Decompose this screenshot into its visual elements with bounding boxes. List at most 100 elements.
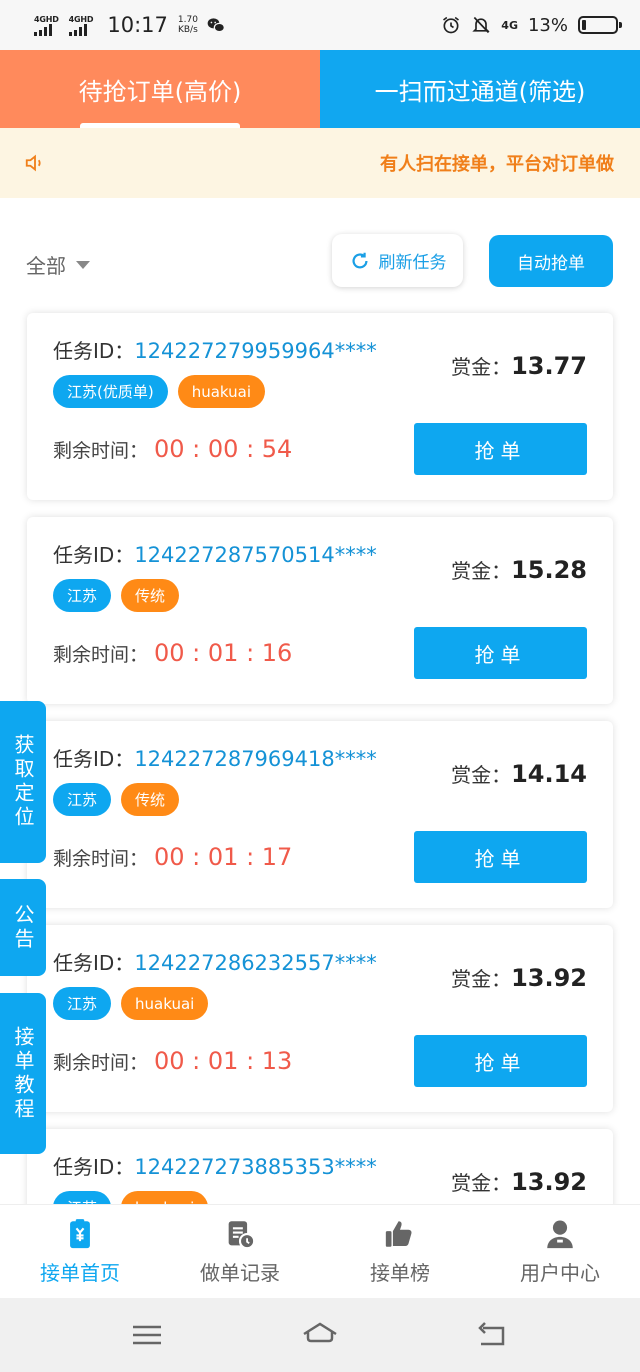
tag-list: 江苏 传统 xyxy=(53,579,180,612)
main-content: 全部 刷新任务 自动抢单 任务ID：124227279959964**** 江苏… xyxy=(0,198,640,1204)
task-id-row: 任务ID：124227286232557**** xyxy=(53,947,377,976)
countdown: 00 : 01 : 13 xyxy=(154,1047,293,1075)
remaining-label: 剩余时间： xyxy=(53,439,149,462)
speaker-icon xyxy=(25,154,41,172)
nav-user-center[interactable]: 用户中心 xyxy=(480,1205,640,1298)
tag-list: 江苏 传统 xyxy=(53,783,180,816)
region-tag: 江苏 xyxy=(53,579,112,612)
reward-label: 赏金： xyxy=(451,763,512,787)
tab-pending-orders[interactable]: 待抢订单(高价) xyxy=(0,50,320,128)
grab-order-button[interactable]: 抢单 xyxy=(414,831,587,883)
grab-label: 抢单 xyxy=(474,1050,527,1075)
order-card: 任务ID：124227286232557**** 江苏 huakuai 剩余时间… xyxy=(27,925,613,1112)
task-id: 124227273885353**** xyxy=(134,1155,377,1179)
countdown: 00 : 00 : 54 xyxy=(154,435,293,463)
type-tag: huakuai xyxy=(121,1191,209,1204)
region-tag: 江苏 xyxy=(53,783,112,816)
reward-label: 赏金： xyxy=(451,355,512,379)
remaining-row: 剩余时间： 00 : 00 : 54 xyxy=(53,435,292,463)
type-tag: huakuai xyxy=(177,375,266,408)
task-id-row: 任务ID：124227279959964**** xyxy=(53,335,377,364)
order-card: 任务ID：124227273885353**** 江苏 huakuai 赏金：1… xyxy=(27,1129,613,1204)
back-icon[interactable] xyxy=(473,1320,513,1350)
refresh-button[interactable]: 刷新任务 xyxy=(332,234,463,287)
clock: 10:17 xyxy=(107,13,168,37)
task-id-label: 任务ID： xyxy=(53,951,135,975)
nav-records[interactable]: 做单记录 xyxy=(160,1205,320,1298)
remaining-row: 剩余时间： 00 : 01 : 16 xyxy=(53,639,292,667)
task-id: 124227279959964**** xyxy=(134,339,377,363)
filter-label: 全部 xyxy=(26,254,66,278)
status-left: 4GHD 4GHD 10:17 1.70 KB/s xyxy=(34,13,226,37)
task-id-label: 任务ID： xyxy=(53,1155,135,1179)
top-tabs: 待抢订单(高价) 一扫而过通道(筛选) xyxy=(0,50,640,128)
signal-1: 4GHD xyxy=(34,15,59,36)
nav-label: 接单榜 xyxy=(370,1261,430,1285)
region-tag: 江苏(优质单) xyxy=(53,375,168,408)
nav-label: 接单首页 xyxy=(40,1261,120,1285)
side-tab-label: 接单教程 xyxy=(11,1025,35,1122)
order-card: 任务ID：124227287570514**** 江苏 传统 剩余时间： 00 :… xyxy=(27,517,613,704)
nav-label: 用户中心 xyxy=(520,1261,600,1285)
reward-value: 15.28 xyxy=(511,556,587,584)
refresh-icon xyxy=(351,252,368,268)
tab-label: 待抢订单(高价) xyxy=(78,77,242,106)
order-card: 任务ID：124227279959964**** 江苏(优质单) huakuai… xyxy=(27,313,613,500)
grab-label: 抢单 xyxy=(474,846,527,871)
auto-grab-button[interactable]: 自动抢单 xyxy=(489,235,613,287)
home-icon[interactable] xyxy=(300,1320,340,1350)
region-tag: 江苏 xyxy=(53,1191,112,1204)
task-id-row: 任务ID：124227287969418**** xyxy=(53,743,377,772)
task-id-row: 任务ID：124227273885353**** xyxy=(53,1151,377,1180)
menu-icon[interactable] xyxy=(127,1320,167,1350)
remaining-row: 剩余时间： 00 : 01 : 17 xyxy=(53,843,292,871)
side-tab-get-location[interactable]: 获取定位 xyxy=(0,701,46,863)
type-tag: 传统 xyxy=(121,783,180,816)
tag-list: 江苏(优质单) huakuai xyxy=(53,375,266,408)
reward-label: 赏金： xyxy=(451,559,512,583)
wechat-icon xyxy=(207,18,225,33)
thumbs-up-icon xyxy=(385,1221,412,1247)
reward-value: 14.14 xyxy=(511,760,587,788)
countdown: 00 : 01 : 17 xyxy=(154,843,293,871)
reward: 赏金：13.92 xyxy=(451,1167,587,1196)
notice-text: 有人扫在接单，平台对订单做 xyxy=(380,154,614,175)
reward-label: 赏金： xyxy=(451,1171,512,1195)
grab-order-button[interactable]: 抢单 xyxy=(414,627,587,679)
reward: 赏金：13.92 xyxy=(451,963,587,992)
task-id-label: 任务ID： xyxy=(53,543,135,567)
alarm-icon xyxy=(443,16,460,34)
nav-label: 做单记录 xyxy=(200,1261,280,1285)
network-speed: 1.70 KB/s xyxy=(178,15,198,35)
filter-dropdown[interactable]: 全部 xyxy=(26,250,90,279)
nav-home[interactable]: 接单首页 xyxy=(0,1205,160,1298)
status-bar: 4GHD 4GHD 10:17 1.70 KB/s 4G 13% xyxy=(0,0,640,50)
signal-2: 4GHD xyxy=(68,15,94,36)
remaining-label: 剩余时间： xyxy=(53,847,149,870)
grab-label: 抢单 xyxy=(474,438,527,463)
side-tab-announcement[interactable]: 公告 xyxy=(0,879,46,976)
task-id-label: 任务ID： xyxy=(53,339,135,363)
grab-order-button[interactable]: 抢单 xyxy=(414,423,587,475)
order-card: 任务ID：124227287969418**** 江苏 传统 剩余时间： 00 :… xyxy=(27,721,613,908)
network-type-1: 4GHD xyxy=(34,14,59,24)
battery-fill xyxy=(582,20,587,30)
reward: 赏金：13.77 xyxy=(451,351,587,380)
grab-order-button[interactable]: 抢单 xyxy=(414,1035,587,1087)
user-icon xyxy=(547,1220,573,1249)
side-tab-tutorial[interactable]: 接单教程 xyxy=(0,993,46,1154)
bottom-nav: 接单首页 做单记录 接单榜 用户中心 xyxy=(0,1204,640,1298)
tag-list: 江苏 huakuai xyxy=(53,987,209,1020)
battery-percent: 13% xyxy=(527,14,568,36)
type-tag: 传统 xyxy=(121,579,180,612)
auto-grab-label: 自动抢单 xyxy=(517,253,585,274)
task-id-row: 任务ID：124227287570514**** xyxy=(53,539,377,568)
nav-ranking[interactable]: 接单榜 xyxy=(320,1205,480,1298)
side-tab-label: 公告 xyxy=(11,903,35,952)
caret-down-icon xyxy=(76,260,90,269)
system-nav-bar xyxy=(0,1298,640,1372)
reward: 赏金：14.14 xyxy=(451,759,587,788)
reward-value: 13.92 xyxy=(511,964,587,992)
tab-fast-channel[interactable]: 一扫而过通道(筛选) xyxy=(320,50,640,128)
remaining-row: 剩余时间： 00 : 01 : 13 xyxy=(53,1047,292,1075)
